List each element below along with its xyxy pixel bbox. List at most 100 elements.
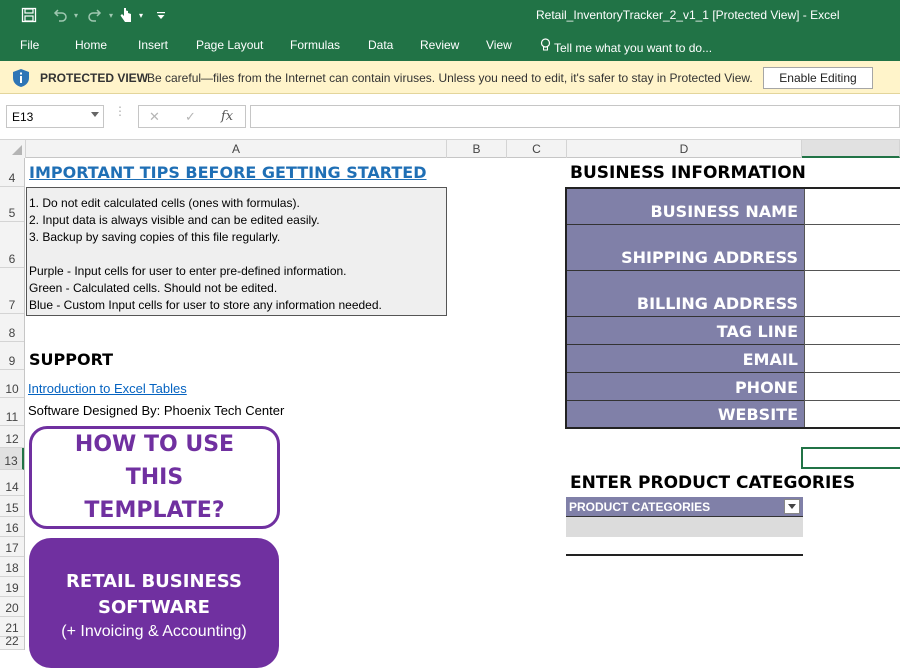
business-field-tag-line[interactable]: TAG LINE (567, 317, 804, 345)
tab-file[interactable]: File (20, 38, 39, 52)
business-info-table: BUSINESS NAME SHIPPING ADDRESS BILLING A… (565, 187, 900, 429)
more-options-icon[interactable]: ⋮ (114, 105, 126, 126)
name-box-value: E13 (12, 110, 34, 124)
tip-line: 3. Backup by saving copies of this file … (29, 230, 281, 244)
business-field-email[interactable]: EMAIL (567, 345, 804, 373)
column-header-d[interactable]: D (567, 140, 802, 158)
categories-row[interactable] (566, 517, 803, 537)
formula-bar: E13 ⋮ ✕ ✓ fx (0, 94, 900, 140)
name-box[interactable]: E13 (6, 105, 104, 128)
protected-view-bar: PROTECTED VIEW Be careful—files from the… (0, 61, 900, 94)
tip-line: 2. Input data is always visible and can … (29, 213, 320, 227)
categories-header-label: PRODUCT CATEGORIES (569, 500, 711, 514)
filter-dropdown-button[interactable] (784, 499, 800, 514)
business-name-value[interactable] (804, 189, 900, 225)
chevron-down-icon[interactable] (91, 112, 99, 117)
undo-icon[interactable] (49, 5, 71, 25)
select-all-corner[interactable] (0, 140, 26, 158)
business-field-shipping-address[interactable]: SHIPPING ADDRESS (567, 225, 804, 271)
customize-qat-icon[interactable] (154, 5, 168, 25)
row-header[interactable]: 15 (0, 496, 24, 517)
redo-dropdown-icon[interactable]: ▾ (106, 5, 116, 25)
tell-me-search[interactable]: Tell me what you want to do... (540, 38, 712, 55)
row-header[interactable]: 18 (0, 557, 24, 577)
tab-page-layout[interactable]: Page Layout (196, 38, 263, 52)
column-header-a[interactable]: A (26, 140, 447, 158)
cancel-icon[interactable]: ✕ (149, 109, 160, 125)
tag-line-value[interactable] (804, 317, 900, 345)
lightbulb-icon (540, 38, 554, 55)
row-header[interactable]: 4 (0, 158, 24, 187)
business-field-business-name[interactable]: BUSINESS NAME (567, 189, 804, 225)
retail-software-button[interactable]: RETAIL BUSINESS SOFTWARE (+ Invoicing & … (29, 538, 279, 668)
protected-view-label: PROTECTED VIEW (40, 71, 149, 85)
retail-software-subtitle: (+ Invoicing & Accounting) (61, 623, 247, 640)
save-icon[interactable] (18, 5, 40, 25)
enter-icon[interactable]: ✓ (185, 109, 196, 125)
tab-data[interactable]: Data (368, 38, 393, 52)
tab-insert[interactable]: Insert (138, 38, 168, 52)
row-header[interactable]: 10 (0, 370, 24, 398)
business-field-phone[interactable]: PHONE (567, 373, 804, 401)
designed-by-text: Software Designed By: Phoenix Tech Cente… (28, 403, 285, 418)
row-header[interactable]: 11 (0, 398, 24, 426)
tips-box[interactable]: 1. Do not edit calculated cells (ones wi… (26, 187, 447, 316)
categories-table-header: PRODUCT CATEGORIES (566, 497, 803, 517)
tip-line: 1. Do not edit calculated cells (ones wi… (29, 196, 300, 210)
column-header-c[interactable]: C (507, 140, 567, 158)
touch-dropdown-icon[interactable]: ▾ (136, 5, 146, 25)
how-to-use-button[interactable]: HOW TO USE THIS TEMPLATE? (29, 426, 280, 529)
protected-view-message: Be careful—files from the Internet can c… (147, 71, 753, 85)
email-value[interactable] (804, 345, 900, 373)
tab-review[interactable]: Review (420, 38, 459, 52)
enable-editing-button[interactable]: Enable Editing (763, 67, 873, 89)
selected-cell-e13[interactable] (801, 447, 900, 469)
insert-function-icon[interactable]: fx (221, 109, 233, 124)
undo-dropdown-icon[interactable]: ▾ (71, 5, 81, 25)
support-link[interactable]: Introduction to Excel Tables (28, 381, 187, 396)
business-field-website[interactable]: WEBSITE (567, 401, 804, 427)
categories-row[interactable] (566, 537, 803, 556)
tip-line: Purple - Input cells for user to enter p… (29, 264, 347, 278)
row-header[interactable]: 9 (0, 342, 24, 370)
retail-software-title: RETAIL BUSINESS SOFTWARE (66, 571, 242, 618)
row-header[interactable]: 12 (0, 426, 24, 448)
billing-address-value[interactable] (804, 271, 900, 317)
phone-value[interactable] (804, 373, 900, 401)
business-info-title: BUSINESS INFORMATION (570, 163, 806, 183)
categories-title: ENTER PRODUCT CATEGORIES (570, 473, 856, 493)
row-header[interactable]: 17 (0, 537, 24, 557)
column-header-b[interactable]: B (447, 140, 507, 158)
website-value[interactable] (804, 401, 900, 427)
tip-line: Blue - Custom Input cells for user to st… (29, 298, 382, 312)
formula-buttons: ✕ ✓ fx (138, 105, 246, 128)
formula-input[interactable] (250, 105, 900, 128)
row-header[interactable]: 19 (0, 577, 24, 597)
window-title: Retail_InventoryTracker_2_v1_1 [Protecte… (536, 8, 840, 22)
tell-me-text: Tell me what you want to do... (554, 41, 713, 55)
row-header[interactable]: 5 (0, 187, 24, 222)
column-headers: A B C D (0, 140, 900, 158)
row-header[interactable]: 14 (0, 470, 24, 496)
how-to-use-label: HOW TO USE THIS TEMPLATE? (74, 432, 235, 523)
row-headers: 4 5 6 7 8 9 10 11 12 13 14 15 16 17 18 1… (0, 158, 25, 650)
tab-view[interactable]: View (486, 38, 512, 52)
row-header[interactable]: 7 (0, 268, 24, 314)
business-field-billing-address[interactable]: BILLING ADDRESS (567, 271, 804, 317)
touch-mode-icon[interactable] (116, 5, 136, 25)
row-header[interactable]: 8 (0, 314, 24, 342)
tab-home[interactable]: Home (75, 38, 107, 52)
row-header[interactable]: 6 (0, 222, 24, 268)
row-header[interactable]: 13 (0, 448, 24, 470)
row-header[interactable]: 20 (0, 597, 24, 617)
shield-icon (11, 68, 31, 88)
row-header[interactable]: 16 (0, 517, 24, 537)
shipping-address-value[interactable] (804, 225, 900, 271)
row-header[interactable]: 22 (0, 634, 24, 650)
redo-icon[interactable] (84, 5, 106, 25)
tab-formulas[interactable]: Formulas (290, 38, 340, 52)
support-title: SUPPORT (29, 350, 114, 369)
ribbon-tabs: File Home Insert Page Layout Formulas Da… (0, 31, 900, 61)
tips-title[interactable]: IMPORTANT TIPS BEFORE GETTING STARTED (29, 163, 427, 182)
column-header-e[interactable] (802, 140, 900, 158)
